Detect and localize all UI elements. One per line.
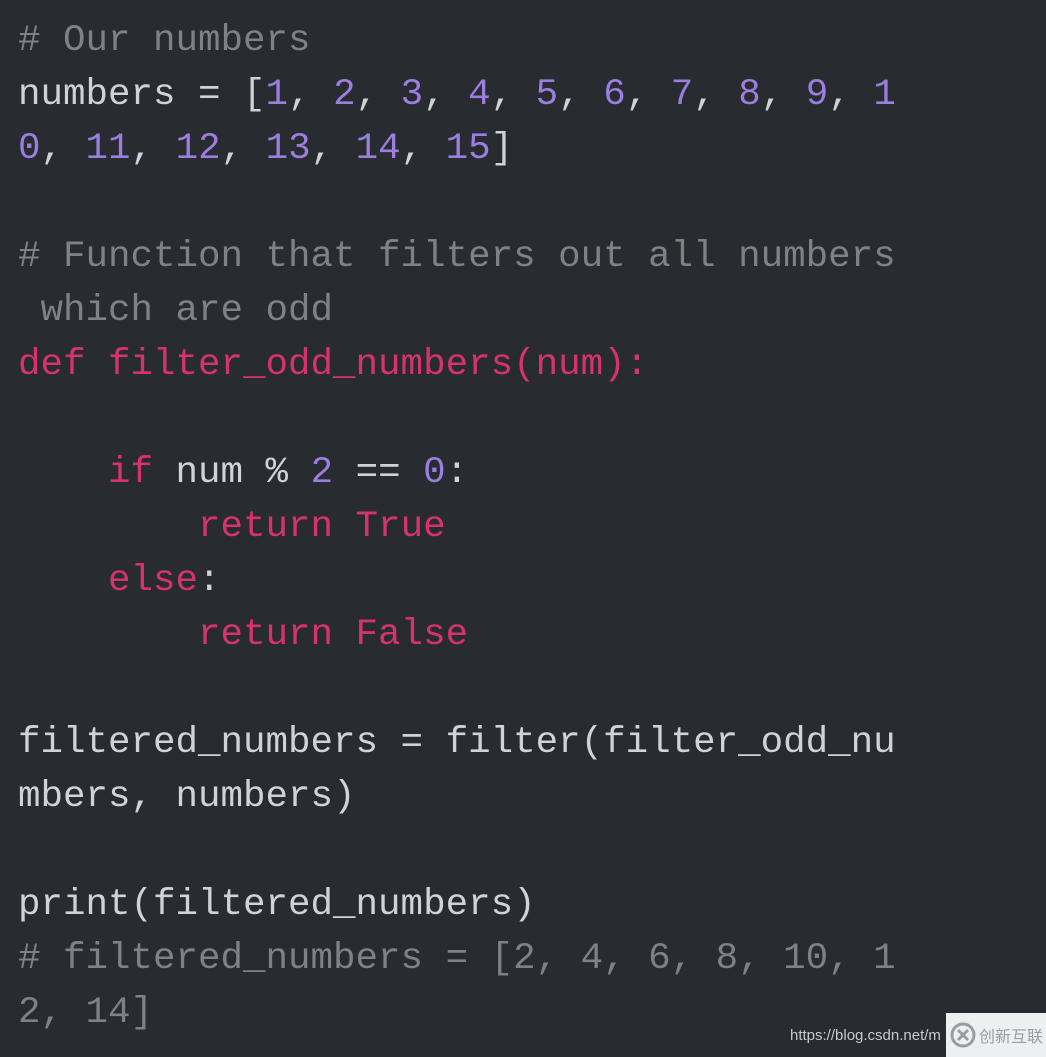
code-token: 6	[603, 74, 626, 116]
code-token: ==	[333, 452, 424, 494]
code-token: ,	[625, 74, 671, 116]
code-token: 7	[670, 74, 694, 116]
code-token: num %	[153, 452, 311, 494]
code-token: 4	[468, 74, 491, 116]
code-token: ,	[288, 74, 334, 116]
code-token: numbers = [	[18, 74, 266, 116]
code-token: 11	[85, 128, 131, 170]
code-line: return True	[18, 500, 896, 554]
code-token: 8	[738, 74, 761, 116]
logo-icon	[950, 1022, 976, 1048]
code-token: filtered_numbers = filter(filter_odd_nu	[18, 722, 896, 764]
watermark-logo: 创新互联	[946, 1013, 1046, 1057]
code-token: 1	[265, 74, 289, 116]
code-line: numbers = [1, 2, 3, 4, 5, 6, 7, 8, 9, 1	[18, 68, 896, 122]
code-token: # Our numbers	[18, 20, 311, 62]
code-line: def filter_odd_numbers(num):	[18, 338, 896, 392]
code-token: print(filtered_numbers)	[18, 884, 536, 926]
code-token: 3	[400, 74, 424, 116]
code-block: # Our numbers numbers = [1, 2, 3, 4, 5, 6…	[18, 14, 896, 1040]
code-token: which are odd	[18, 290, 334, 332]
logo-text: 创新互联	[979, 1027, 1044, 1046]
code-token: 5	[535, 74, 559, 116]
code-token: ,	[355, 74, 401, 116]
code-token: mbers, numbers)	[18, 776, 356, 818]
code-token: ,	[760, 74, 806, 116]
code-token: # filtered_numbers = [2, 4, 6, 8, 10, 1	[18, 938, 896, 980]
code-token: if	[108, 452, 154, 494]
code-line: # Function that filters out all numbers	[18, 230, 896, 284]
code-token: ,	[693, 74, 739, 116]
code-token: ,	[310, 128, 356, 170]
code-token: def filter_odd_numbers(num):	[18, 344, 649, 386]
code-token: 2	[310, 452, 334, 494]
watermark-url: https://blog.csdn.net/m	[790, 1027, 941, 1044]
code-token: 2, 14]	[18, 992, 154, 1034]
code-token: 15	[445, 128, 491, 170]
code-line: return False	[18, 608, 896, 662]
code-token: 2	[333, 74, 356, 116]
code-token: :	[445, 452, 469, 494]
code-line: if num % 2 == 0:	[18, 446, 896, 500]
code-token: else	[108, 560, 199, 602]
code-token: ,	[490, 74, 536, 116]
code-line: mbers, numbers)	[18, 770, 896, 824]
code-token: ,	[220, 128, 266, 170]
code-token: 13	[265, 128, 311, 170]
code-line: which are odd	[18, 284, 896, 338]
code-token: :	[198, 560, 221, 602]
code-token: 14	[355, 128, 401, 170]
code-token: 0	[423, 452, 446, 494]
code-token: ,	[558, 74, 604, 116]
code-token: ]	[490, 128, 514, 170]
code-token: return False	[198, 614, 469, 656]
code-token: 1	[873, 74, 896, 116]
code-token: # Function that filters out all numbers	[18, 236, 896, 278]
code-token: 0	[18, 128, 41, 170]
code-token: 9	[805, 74, 829, 116]
code-line: filtered_numbers = filter(filter_odd_nu	[18, 716, 896, 770]
code-line: 2, 14]	[18, 986, 896, 1040]
code-line: 0, 11, 12, 13, 14, 15]	[18, 122, 896, 176]
code-line: # Our numbers	[18, 14, 896, 68]
code-token: 12	[175, 128, 221, 170]
code-token: ,	[130, 128, 176, 170]
code-token: ,	[40, 128, 86, 170]
code-token: return True	[198, 506, 446, 548]
code-line: else:	[18, 554, 896, 608]
code-token: ,	[400, 128, 446, 170]
code-token: ,	[828, 74, 874, 116]
code-line: print(filtered_numbers)	[18, 878, 896, 932]
code-token: ,	[423, 74, 469, 116]
code-line: # filtered_numbers = [2, 4, 6, 8, 10, 1	[18, 932, 896, 986]
